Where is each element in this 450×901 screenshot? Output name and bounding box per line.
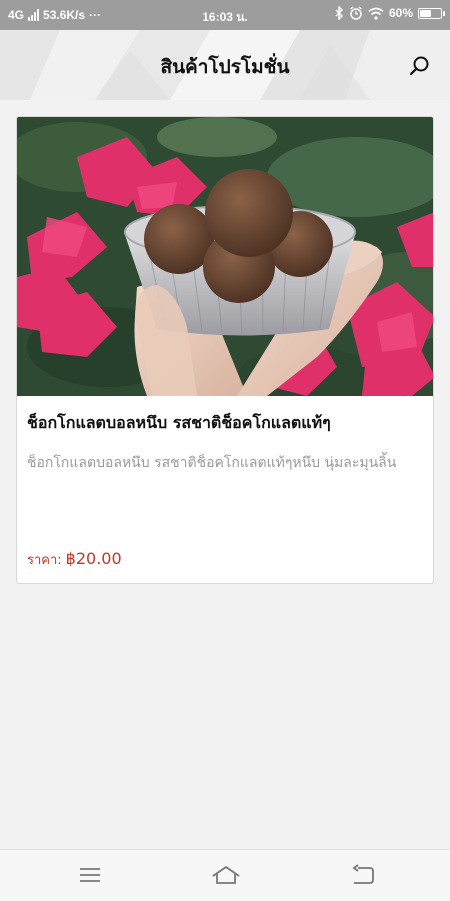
price-row: ราคา: ฿20.00 (27, 549, 122, 570)
product-description: ช็อกโกแลตบอลหนึบ รสชาติช็อคโกแลตแท้ๆหนึบ… (27, 455, 397, 471)
bluetooth-icon (335, 6, 344, 20)
back-icon[interactable] (350, 864, 376, 886)
status-bar: 4G 53.6K/s ··· 16:03 น. 60% (0, 0, 450, 30)
home-icon[interactable] (211, 864, 241, 886)
battery-fill (420, 9, 431, 17)
menu-icon[interactable] (77, 864, 103, 886)
product-image (17, 117, 433, 396)
wifi-icon (368, 7, 384, 20)
price-label: ราคา: (27, 553, 62, 568)
status-right: 60% (334, 6, 445, 20)
price-value: ฿20.00 (65, 549, 122, 568)
page-title: สินค้าโปรโมชั่น (160, 56, 290, 78)
battery-icon (418, 7, 445, 19)
battery-percent: 60% (388, 6, 413, 20)
alarm-icon (350, 6, 362, 20)
product-card[interactable]: ช็อกโกแลตบอลหนึบ รสชาติช็อคโกแลตแท้ๆ ช็อ… (16, 116, 434, 584)
system-nav-bar (0, 849, 450, 901)
app-header: สินค้าโปรโมชั่น (0, 30, 450, 100)
product-name[interactable]: ช็อกโกแลตบอลหนึบ รสชาติช็อคโกแลตแท้ๆ (27, 411, 427, 436)
search-icon[interactable] (408, 54, 432, 78)
